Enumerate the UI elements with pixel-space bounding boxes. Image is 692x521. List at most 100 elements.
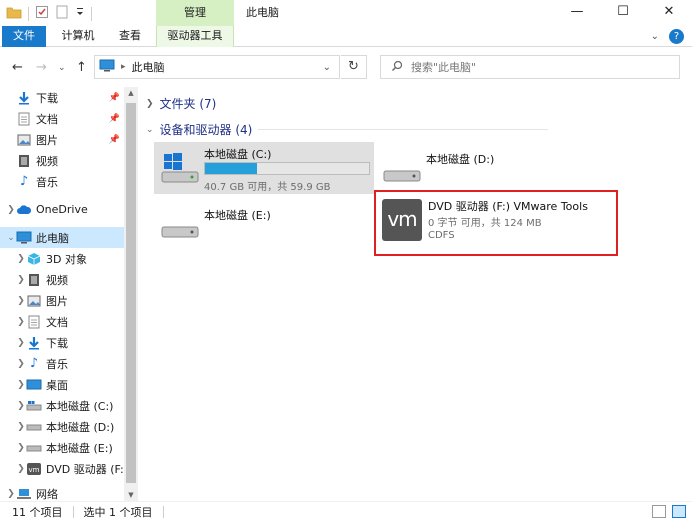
nav-item-videos[interactable]: 视频 <box>0 150 124 171</box>
nav-item-drive-d[interactable]: ❯ 本地磁盘 (D:) <box>10 416 134 437</box>
chevron-right-icon[interactable]: ❯ <box>16 254 26 264</box>
pin-icon: 📌 <box>108 113 120 124</box>
search-icon <box>391 60 403 75</box>
up-arrow-icon[interactable]: ↑ <box>76 60 87 75</box>
nav-item-drive-c[interactable]: ❯ 本地磁盘 (C:) <box>10 395 134 416</box>
tiles-view-icon[interactable] <box>672 505 686 518</box>
chevron-right-icon[interactable]: ❯ <box>6 489 16 499</box>
nav-item-videos[interactable]: ❯ 视频 <box>10 269 134 290</box>
chevron-right-icon[interactable]: ❯ <box>16 464 26 474</box>
nav-item-drive-e[interactable]: ❯ 本地磁盘 (E:) <box>10 437 134 458</box>
nav-item-pictures[interactable]: 图片 📌 <box>0 129 124 150</box>
close-button[interactable]: ✕ <box>646 0 692 26</box>
tab-file[interactable]: 文件 <box>2 26 46 47</box>
forward-arrow-icon[interactable]: → <box>36 60 47 75</box>
window-controls: — ☐ ✕ <box>554 0 692 26</box>
properties-icon[interactable] <box>35 5 49 22</box>
drive-name: 本地磁盘 (E:) <box>204 209 271 222</box>
nav-item-pictures[interactable]: ❯ 图片 <box>10 290 134 311</box>
dvd-drive-f[interactable]: vm DVD 驱动器 (F:) VMware Tools 0 字节 可用，共 1… <box>374 190 618 256</box>
chevron-down-icon[interactable]: ⌄ <box>323 62 331 73</box>
refresh-button[interactable]: ↻ <box>341 55 367 79</box>
back-arrow-icon[interactable]: ← <box>12 60 23 75</box>
scrollbar-thumb[interactable] <box>126 103 136 483</box>
group-header-folders[interactable]: ❯ 文件夹 (7) <box>146 95 216 112</box>
minimize-button[interactable]: — <box>554 0 600 26</box>
search-input[interactable] <box>411 60 651 74</box>
chevron-right-icon[interactable]: ❯ <box>6 205 16 215</box>
nav-item-downloads[interactable]: ❯ 下载 <box>10 332 134 353</box>
desktop-icon <box>26 378 42 392</box>
video-icon <box>16 154 32 168</box>
nav-item-desktop[interactable]: ❯ 桌面 <box>10 374 134 395</box>
chevron-right-icon[interactable]: ❯ <box>16 275 26 285</box>
status-bar: 11 个项目 选中 1 个项目 <box>0 501 692 521</box>
help-button[interactable]: ? <box>669 29 684 44</box>
nav-item-music[interactable]: ❯ ♪ 音乐 <box>10 353 134 374</box>
tab-computer[interactable]: 计算机 <box>52 26 104 47</box>
scroll-up-icon[interactable]: ▲ <box>124 89 138 97</box>
drive-e[interactable]: 本地磁盘 (E:) <box>154 203 354 255</box>
chevron-right-icon[interactable]: ❯ <box>16 401 26 411</box>
title-bar: 管理 此电脑 — ☐ ✕ <box>0 0 692 26</box>
divider <box>72 505 74 518</box>
svg-text:vm: vm <box>29 466 40 474</box>
nav-item-documents[interactable]: 文档 📌 <box>0 108 124 129</box>
chevron-right-icon[interactable]: ❯ <box>146 99 154 109</box>
new-folder-icon[interactable] <box>55 5 69 22</box>
context-tab-manage[interactable]: 管理 <box>156 0 234 26</box>
chevron-down-icon[interactable]: ⌄ <box>146 125 154 135</box>
chevron-down-icon[interactable]: ⌄ <box>6 233 16 243</box>
address-bar[interactable]: ▸ 此电脑 ⌄ <box>94 55 340 79</box>
document-icon <box>26 315 42 329</box>
music-icon: ♪ <box>19 174 29 189</box>
address-row: ← → ⌄ ↑ ▸ 此电脑 ⌄ ↻ <box>0 47 692 87</box>
tab-drive-tools[interactable]: 驱动器工具 <box>156 26 234 47</box>
drive-icon <box>26 441 42 455</box>
chevron-right-icon[interactable]: ❯ <box>16 443 26 453</box>
chevron-right-icon[interactable]: ❯ <box>16 296 26 306</box>
nav-item-dvd-f[interactable]: ❯ vm DVD 驱动器 (F:) <box>10 458 134 479</box>
chevron-right-icon[interactable]: ❯ <box>16 422 26 432</box>
customize-qat-icon[interactable] <box>75 5 85 22</box>
tab-view[interactable]: 查看 <box>110 26 150 47</box>
cloud-icon <box>16 203 32 217</box>
maximize-button[interactable]: ☐ <box>600 0 646 26</box>
nav-item-documents[interactable]: ❯ 文档 <box>10 311 134 332</box>
group-header-devices[interactable]: ⌄ 设备和驱动器 (4) <box>146 121 549 138</box>
search-box[interactable] <box>380 55 680 79</box>
content-pane: ❯ 文件夹 (7) ⌄ 设备和驱动器 (4) 本地磁盘 (C:) 40.7 GB… <box>138 87 692 501</box>
nav-scrollbar[interactable]: ▲ ▼ <box>124 87 138 501</box>
recent-chevron-icon[interactable]: ⌄ <box>58 63 66 73</box>
pin-icon: 📌 <box>108 134 120 145</box>
divider <box>91 6 92 21</box>
divider <box>162 505 164 518</box>
nav-item-this-pc[interactable]: ⌄ 此电脑 <box>0 227 124 248</box>
chevron-right-icon[interactable]: ❯ <box>16 359 26 369</box>
breadcrumb-separator-icon: ▸ <box>121 62 126 72</box>
drive-icon <box>382 157 422 186</box>
scroll-down-icon[interactable]: ▼ <box>124 491 138 499</box>
nav-item-downloads[interactable]: 下载 📌 <box>0 87 124 108</box>
item-count: 11 个项目 <box>12 505 63 519</box>
drive-name: 本地磁盘 (C:) <box>204 148 272 161</box>
chevron-right-icon[interactable]: ❯ <box>16 317 26 327</box>
nav-item-onedrive[interactable]: ❯ OneDrive <box>0 199 124 220</box>
drive-name: DVD 驱动器 (F:) VMware Tools <box>428 200 588 213</box>
chevron-down-icon[interactable]: ⌄ <box>651 31 659 42</box>
details-view-icon[interactable] <box>652 505 666 518</box>
drive-c[interactable]: 本地磁盘 (C:) 40.7 GB 可用，共 59.9 GB <box>154 142 374 194</box>
breadcrumb[interactable]: 此电脑 <box>132 59 165 75</box>
view-switcher <box>652 505 686 518</box>
chevron-right-icon[interactable]: ❯ <box>16 380 26 390</box>
chevron-right-icon[interactable]: ❯ <box>16 338 26 348</box>
nav-item-network[interactable]: ❯ 网络 <box>0 483 124 501</box>
folder-icon[interactable] <box>6 5 22 22</box>
nav-item-3d-objects[interactable]: ❯ 3D 对象 <box>10 248 134 269</box>
download-icon <box>26 336 42 350</box>
pin-icon: 📌 <box>108 92 120 103</box>
drive-space-info: 40.7 GB 可用，共 59.9 GB <box>204 182 331 193</box>
picture-icon <box>16 133 32 147</box>
ribbon-tabs: 文件 计算机 查看 驱动器工具 ⌄ ? <box>0 26 692 47</box>
nav-item-music[interactable]: ♪ 音乐 <box>0 171 124 192</box>
